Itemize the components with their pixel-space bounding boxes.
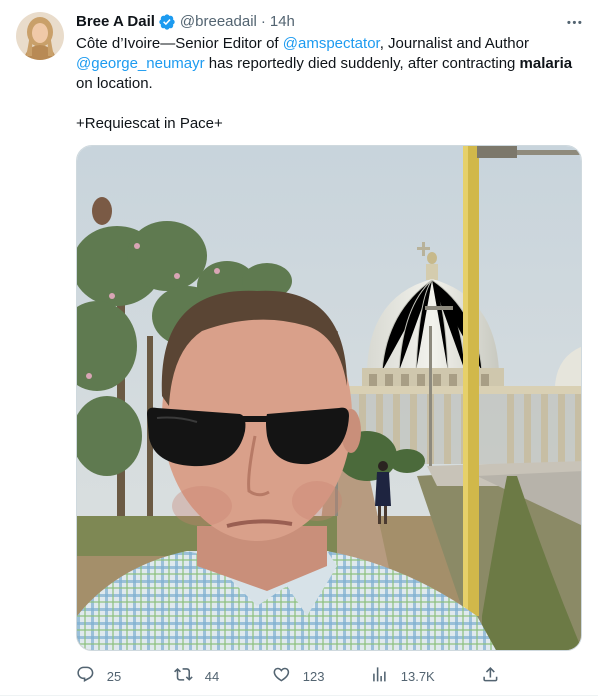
author-handle[interactable]: @breeadail [180, 12, 257, 32]
retweet-count: 44 [204, 668, 220, 684]
author-display-name[interactable]: Bree A Dail [76, 12, 155, 32]
verified-badge-icon[interactable] [158, 13, 176, 31]
reply-count: 25 [106, 668, 122, 684]
share-button[interactable] [481, 665, 500, 687]
tweet-header: Bree A Dail @breeadail · 14h [76, 12, 295, 32]
tweet-text-line-3: on location. [76, 75, 153, 92]
text-segment: has reportedly died suddenly, after cont… [204, 55, 520, 72]
tweet-text-line-4: +Requiescat in Pace+ [76, 115, 223, 132]
retweet-button[interactable]: 44 [174, 665, 219, 687]
author-avatar[interactable] [16, 12, 64, 60]
reply-icon [76, 665, 95, 687]
text-bold-malaria: malaria [519, 55, 573, 72]
view-count: 13.7K [400, 668, 435, 684]
mention-george-neumayr[interactable]: @george_neumayr [76, 55, 205, 72]
reply-button[interactable]: 25 [76, 665, 121, 687]
mention-amspectator[interactable]: @amspectator [283, 35, 380, 52]
analytics-icon [370, 665, 389, 687]
tweet-text-line-1: Côte d’Ivoire—Senior Editor of @amspecta… [76, 34, 576, 54]
tweet-actions-bar: 25 44 123 13.7K [76, 662, 506, 690]
like-count: 123 [302, 668, 325, 684]
views-button[interactable]: 13.7K [370, 665, 435, 687]
tweet-text: Côte d’Ivoire—Senior Editor of @amspecta… [76, 34, 576, 134]
text-segment: Côte d’Ivoire—Senior Editor of [76, 35, 283, 52]
tweet-text-line-2: @george_neumayr has reportedly died sudd… [76, 54, 576, 74]
tweet-photo[interactable] [76, 145, 582, 651]
share-icon [481, 665, 500, 687]
selfie-photo-image [77, 146, 581, 650]
separator-dot: · [260, 13, 266, 30]
tweet-timestamp[interactable]: 14h [270, 12, 295, 32]
more-options-icon[interactable] [564, 12, 584, 32]
like-button[interactable]: 123 [272, 665, 324, 687]
tweet-card[interactable]: Bree A Dail @breeadail · 14h Côte d’Ivoi… [0, 0, 598, 696]
heart-icon [272, 665, 291, 687]
text-segment: , Journalist and Author [379, 35, 529, 52]
retweet-icon [174, 665, 193, 687]
